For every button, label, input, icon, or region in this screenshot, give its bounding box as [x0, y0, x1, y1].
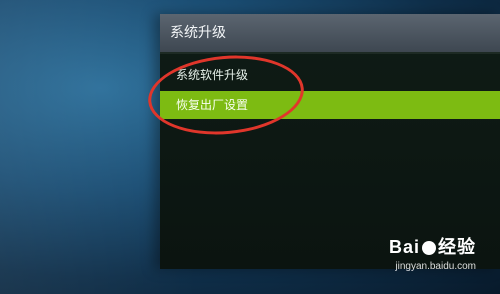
system-upgrade-panel: 系统升级 系统软件升级 恢复出厂设置 [160, 14, 500, 269]
header-divider [160, 52, 500, 54]
baidu-jingyan-watermark: Bai 经验 jingyan.baidu.com [389, 233, 476, 272]
baidu-paw-icon [422, 241, 436, 256]
watermark-logo: Bai 经验 [388, 237, 476, 257]
panel-title: 系统升级 [160, 14, 500, 52]
watermark-url: jingyan.baidu.com [395, 261, 476, 272]
